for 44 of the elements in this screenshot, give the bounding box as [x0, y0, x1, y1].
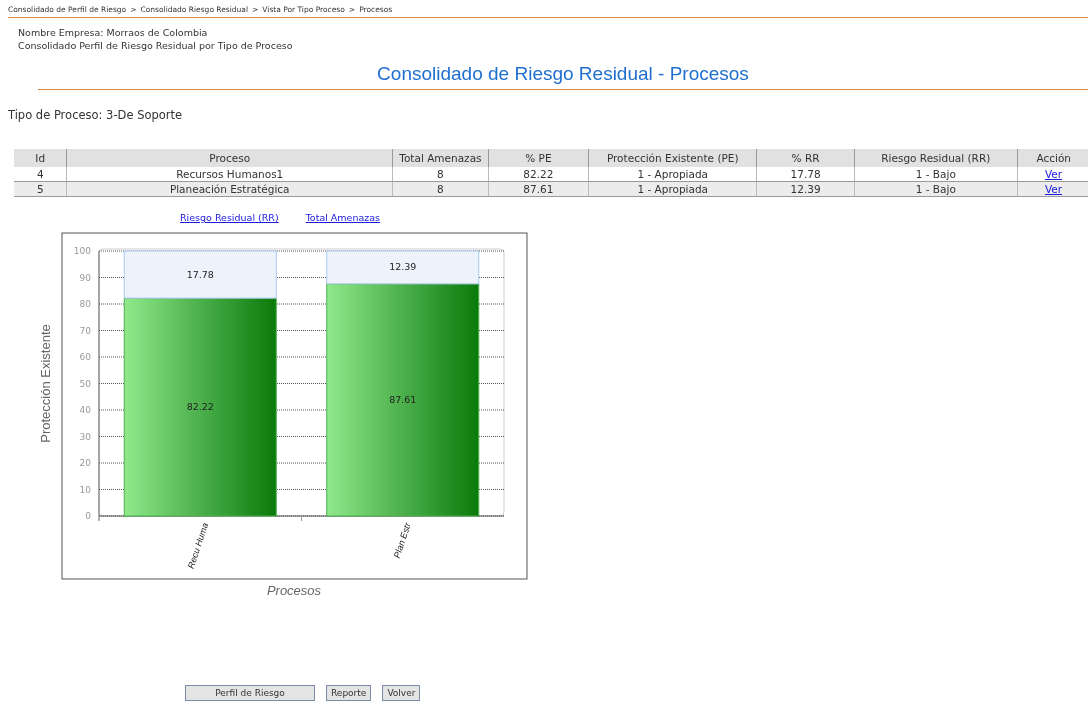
x-axis-title: Procesos — [266, 583, 322, 598]
x-tick-label: Plan Estr — [391, 521, 413, 560]
table-cell: 17.78 — [757, 167, 855, 182]
y-tick-label: 40 — [79, 405, 91, 415]
company-label: Nombre Empresa: — [18, 26, 104, 39]
y-tick-label: 10 — [79, 484, 91, 495]
table-cell: 4 — [14, 167, 67, 182]
column-header: Total Amenazas — [392, 149, 489, 167]
table-cell: 8 — [392, 167, 489, 182]
y-tick-label: 0 — [85, 511, 91, 521]
action-button[interactable]: Reporte — [326, 685, 372, 701]
column-header: Acción — [1017, 149, 1088, 167]
data-label: 87.61 — [389, 393, 417, 405]
page-title: Consolidado de Riesgo Residual - Procesos — [38, 63, 1088, 90]
x-tick-label: Recu Huma — [185, 521, 211, 570]
action-button[interactable]: Volver — [382, 685, 421, 701]
page-subtitle: Consolidado Perfil de Riesgo Residual por Tipo de Proceso — [18, 39, 294, 52]
column-header: % PE — [488, 149, 589, 167]
data-label: 12.39 — [389, 261, 417, 273]
column-header: Protección Existente (PE) — [588, 149, 757, 167]
process-type: Tipo de Proceso: 3-De Soporte — [8, 108, 184, 122]
table-cell: Recursos Humanos1 — [66, 167, 393, 182]
company-name: Morraos de Colombia — [106, 26, 208, 39]
column-header: Proceso — [66, 149, 393, 167]
data-label: 17.78 — [186, 268, 214, 280]
y-tick-label: 50 — [79, 378, 91, 389]
column-header: % RR — [757, 149, 855, 167]
y-tick-label: 30 — [79, 431, 91, 442]
y-tick-label: 70 — [79, 325, 91, 336]
y-tick-label: 90 — [79, 272, 91, 283]
y-tick-label: 100 — [73, 246, 91, 256]
y-tick-label: 60 — [79, 352, 91, 362]
chart-link[interactable]: Riesgo Residual (RR) — [180, 212, 279, 223]
table-cell: 82.22 — [488, 167, 589, 182]
column-header: Id — [14, 149, 67, 167]
y-tick-label: 20 — [79, 458, 91, 468]
y-tick-label: 80 — [79, 299, 91, 309]
table-cell: 1 - Apropiada — [588, 167, 757, 182]
action-button[interactable]: Perfil de Riesgo — [185, 685, 315, 701]
y-axis-title: Protección Existente — [38, 324, 53, 443]
table-cell: 1 - Bajo — [854, 167, 1018, 182]
chart-link[interactable]: Total Amenazas — [305, 212, 381, 223]
data-label: 82.22 — [186, 401, 214, 413]
column-header: Riesgo Residual (RR) — [854, 149, 1018, 167]
